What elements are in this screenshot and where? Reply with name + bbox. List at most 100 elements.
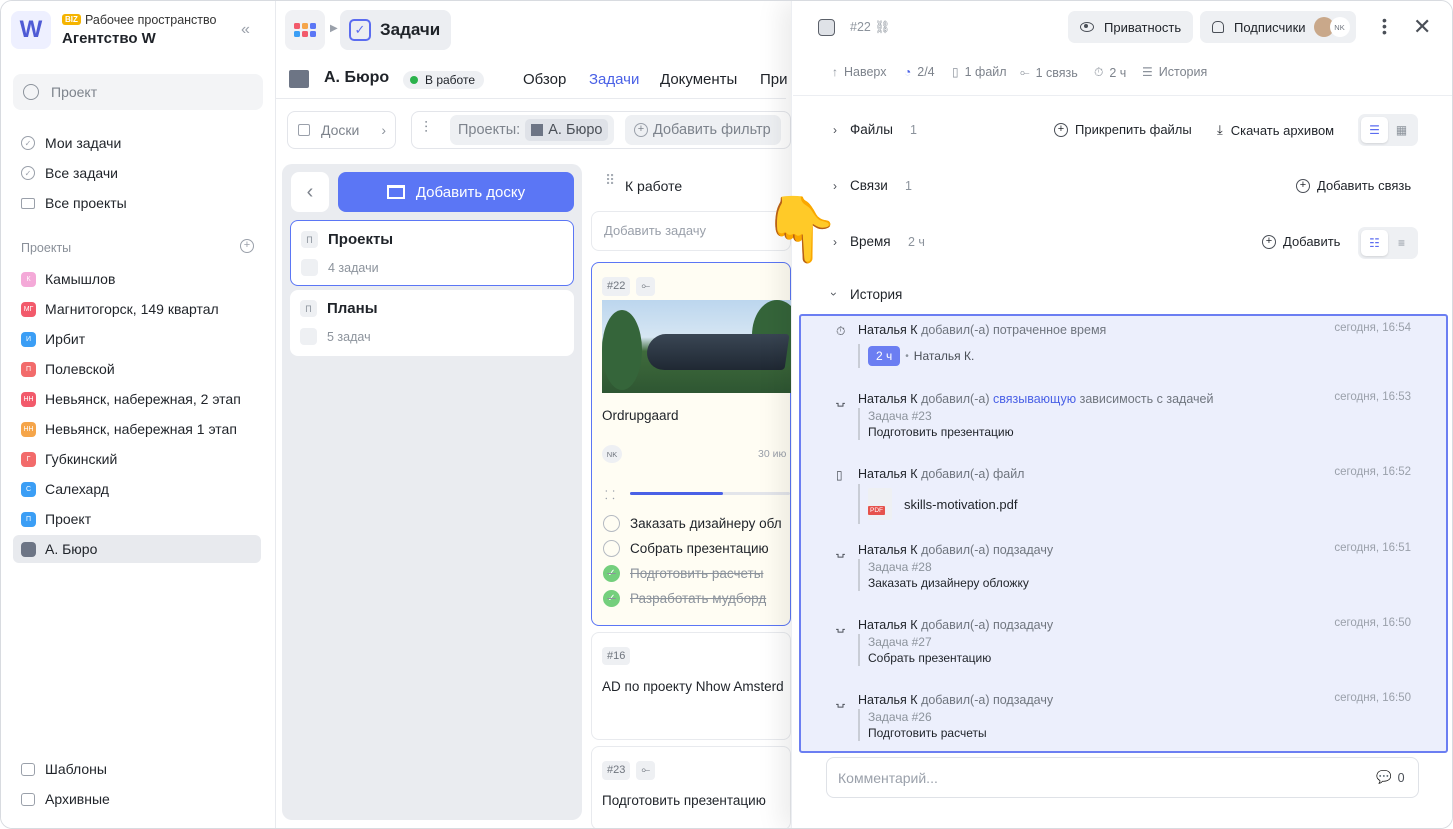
close-icon[interactable]: ✕ — [1413, 14, 1431, 40]
tasks-module-button[interactable]: ✓ Задачи — [340, 10, 451, 50]
nav-all-tasks[interactable]: ✓ Все задачи — [21, 165, 118, 181]
download-archive-button[interactable]: ⤓ Скачать архивом — [1217, 122, 1334, 138]
list-view-icon[interactable]: ☰ — [1361, 117, 1388, 143]
checked-circle-icon[interactable]: ✓ — [603, 590, 620, 607]
files-section-title[interactable]: Файлы — [850, 122, 893, 137]
subtask-item[interactable]: ✓ Подготовить расчеты — [603, 565, 763, 582]
nav-all-projects[interactable]: Все проекты — [21, 195, 127, 211]
circle-icon[interactable] — [603, 540, 620, 557]
view-toggle[interactable]: ☰ ▦ — [1358, 114, 1418, 146]
templates-link[interactable]: Шаблоны — [21, 761, 107, 777]
history-user[interactable]: Наталья К — [858, 618, 918, 632]
history-entry-text: Наталья К добавил(-а) связывающую зависи… — [858, 392, 1213, 406]
meta-up[interactable]: ↑ Наверх — [832, 65, 887, 79]
archive-link[interactable]: Архивные — [21, 791, 110, 807]
timeline-view-icon[interactable]: ☷ — [1361, 230, 1388, 256]
sidebar-project-item[interactable]: К Камышлов — [13, 265, 261, 293]
chevron-right-icon[interactable]: › — [833, 179, 837, 193]
task-number[interactable]: #22 ⛓ — [850, 20, 890, 35]
board-card[interactable]: П Проекты 4 задачи — [290, 220, 574, 286]
chevron-right-icon[interactable]: › — [833, 123, 837, 137]
history-link[interactable]: связывающую — [993, 392, 1076, 406]
project-label: Магнитогорск, 149 квартал — [45, 301, 219, 317]
sidebar-project-item[interactable]: А. Бюро — [13, 535, 261, 563]
meta-files[interactable]: ▯ 1 файл — [952, 65, 1007, 79]
meta-files-label: 1 файл — [964, 65, 1007, 79]
projects-filter-chip[interactable]: А. Бюро — [525, 119, 609, 141]
add-project-icon[interactable]: + — [240, 239, 254, 253]
drag-handle-icon[interactable]: ⠿ — [605, 173, 615, 187]
history-user[interactable]: Наталья К — [858, 543, 918, 557]
checked-circle-icon[interactable]: ✓ — [603, 565, 620, 582]
search-input[interactable]: Проект — [13, 74, 263, 110]
sidebar-project-item[interactable]: П Проект — [13, 505, 261, 533]
meta-history[interactable]: ☰ История — [1142, 65, 1207, 79]
time-view-toggle[interactable]: ☷ ≡ — [1358, 227, 1418, 259]
subtask-item[interactable]: ✓ Разработать мудборд — [603, 590, 766, 607]
sidebar-project-item[interactable]: МГ Магнитогорск, 149 квартал — [13, 295, 261, 323]
tab-overview[interactable]: Обзор — [523, 71, 566, 88]
sidebar-project-item[interactable]: Г Губкинский — [13, 445, 261, 473]
workspace-logo[interactable]: W — [11, 11, 51, 49]
history-section-title[interactable]: История — [850, 287, 902, 302]
subtask-item[interactable]: Собрать презентацию — [603, 540, 769, 557]
links-section-title[interactable]: Связи — [850, 178, 888, 193]
task-id-tag: #23 — [602, 761, 631, 780]
add-link-button[interactable]: + Добавить связь — [1296, 178, 1411, 193]
history-user[interactable]: Наталья К — [858, 693, 918, 707]
grid-view-icon[interactable]: ▦ — [1388, 117, 1415, 143]
history-task-reference[interactable]: Задача #26 Подготовить расчеты — [858, 709, 987, 741]
projects-filter[interactable]: Проекты: А. Бюро — [450, 115, 615, 145]
add-board-button[interactable]: Добавить доску — [338, 172, 574, 212]
subscribers-button[interactable]: Подписчики NK — [1200, 11, 1356, 43]
sidebar-project-item[interactable]: НН Невьянск, набережная 1 этап — [13, 415, 261, 443]
add-link-label: Добавить связь — [1317, 178, 1412, 193]
history-user[interactable]: Наталья К — [858, 467, 918, 481]
history-user[interactable]: Наталья К — [858, 392, 918, 406]
sidebar-project-item[interactable]: И Ирбит — [13, 325, 261, 353]
comment-input[interactable]: Комментарий... — [826, 757, 1419, 798]
task-complete-checkbox[interactable] — [818, 19, 835, 36]
comment-counter[interactable]: 💬 0 — [1376, 770, 1405, 785]
board-card[interactable]: П Планы 5 задач — [290, 290, 574, 356]
filter-sliders-icon[interactable]: ⫶ — [424, 120, 428, 138]
history-task-reference[interactable]: Задача #23 Подготовить презентацию — [858, 408, 1014, 440]
circle-icon[interactable] — [603, 515, 620, 532]
back-button[interactable]: ‹ — [291, 172, 329, 212]
more-menu-icon[interactable]: • • • — [1382, 13, 1387, 39]
meta-links[interactable]: ⟜ 1 связь — [1020, 65, 1078, 80]
chevron-down-icon[interactable]: › — [827, 292, 841, 296]
nav-my-tasks[interactable]: ✓ Мои задачи — [21, 135, 121, 151]
privacy-button[interactable]: Приватность — [1068, 11, 1194, 43]
history-action: добавил(-а) подзадачу — [921, 543, 1054, 557]
archive-label: Архивные — [45, 791, 110, 807]
tab-tasks[interactable]: Задачи — [589, 71, 639, 88]
apps-grid-button[interactable] — [285, 10, 325, 50]
workspace-name[interactable]: Агентство W — [62, 30, 156, 47]
list-view-icon[interactable]: ≡ — [1388, 230, 1415, 256]
task-card[interactable] — [591, 746, 791, 828]
history-file[interactable]: PDF skills-motivation.pdf — [858, 484, 1017, 524]
status-badge[interactable]: В работе — [403, 71, 485, 89]
tab-documents[interactable]: Документы — [660, 71, 737, 88]
board-icon — [298, 124, 310, 136]
history-task-reference[interactable]: Задача #27 Собрать презентацию — [858, 634, 991, 666]
avatar[interactable]: NK — [602, 445, 622, 463]
add-time-button[interactable]: + Добавить — [1262, 234, 1340, 249]
history-task-reference[interactable]: Задача #28 Заказать дизайнеру обложку — [858, 559, 1029, 591]
subtask-item[interactable]: Заказать дизайнеру обл — [603, 515, 782, 532]
history-user[interactable]: Наталья К — [858, 323, 918, 337]
meta-time[interactable]: ⏱ 2 ч — [1094, 65, 1126, 80]
meta-subtasks[interactable]: ◔ 2/4 — [904, 65, 935, 79]
add-filter-button[interactable]: + Добавить фильтр — [625, 115, 781, 145]
project-label: Салехард — [45, 481, 109, 497]
attach-files-button[interactable]: + Прикрепить файлы — [1054, 122, 1192, 137]
boards-button[interactable]: Доски › — [287, 111, 396, 149]
file-name[interactable]: skills-motivation.pdf — [904, 497, 1017, 512]
sidebar-project-item[interactable]: НН Невьянск, набережная, 2 этап — [13, 385, 261, 413]
collapse-sidebar-icon[interactable]: « — [241, 21, 250, 39]
sidebar-project-item[interactable]: С Салехард — [13, 475, 261, 503]
sidebar-project-item[interactable]: П Полевской — [13, 355, 261, 383]
tab-more[interactable]: При — [760, 71, 788, 88]
time-section-title[interactable]: Время — [850, 234, 891, 249]
